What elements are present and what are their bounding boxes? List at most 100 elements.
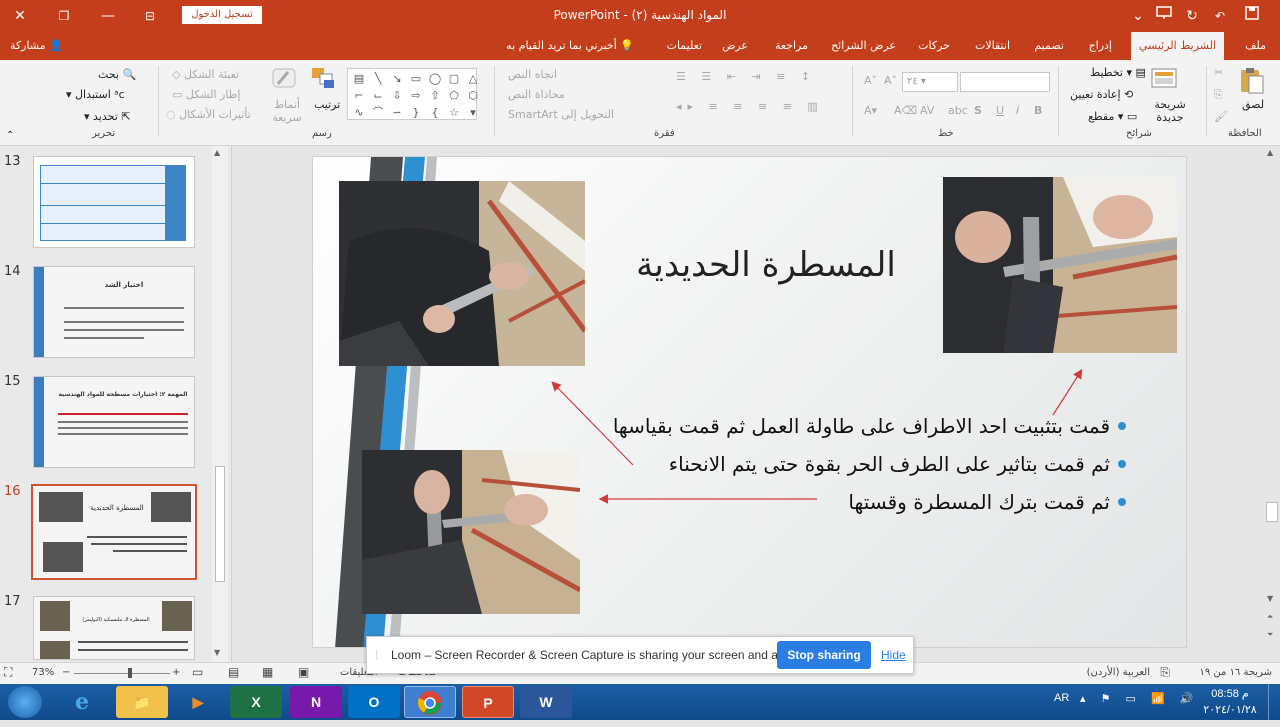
line-shape-icon[interactable]: ╲ bbox=[369, 71, 387, 87]
connector-shape-icon[interactable]: ⌙ bbox=[369, 88, 387, 104]
format-painter-icon[interactable]: 🖌 bbox=[1214, 110, 1228, 123]
decrease-font-icon[interactable]: A˅ bbox=[864, 74, 877, 87]
quick-styles-button[interactable] bbox=[270, 66, 302, 95]
system-tray-icons[interactable]: ▴ ⚑ ▭ 📶 🔊 bbox=[1080, 692, 1199, 705]
arrow-line-shape-icon[interactable]: ↘ bbox=[388, 71, 406, 87]
word-icon[interactable]: W bbox=[520, 686, 572, 718]
clock-date[interactable]: ٢٠٢٤/٠١/٢٨ bbox=[1200, 703, 1260, 716]
zoom-slider-thumb[interactable] bbox=[128, 668, 132, 678]
rectangle-shape-icon[interactable]: ▭ bbox=[407, 71, 425, 87]
slide-bullet-list[interactable]: قمت بتثبيت احد الاطراف على طاولة العمل ث… bbox=[526, 407, 1126, 521]
text-direction-button[interactable]: اتجاه النص bbox=[508, 68, 557, 81]
tab-review[interactable]: مراجعة bbox=[767, 32, 816, 60]
zoom-in-icon[interactable]: + bbox=[172, 667, 180, 678]
fit-slide-icon[interactable]: ⛶ bbox=[4, 665, 12, 680]
bold-icon[interactable]: B bbox=[1034, 104, 1042, 117]
drag-handle-icon[interactable]: ⁞ bbox=[375, 648, 378, 662]
file-explorer-icon[interactable]: 📁 bbox=[116, 686, 168, 718]
undo-icon[interactable]: ↶ bbox=[1208, 4, 1232, 28]
next-slide-icon[interactable]: ⏷ bbox=[1267, 630, 1273, 640]
underline-icon[interactable]: U bbox=[996, 104, 1004, 117]
scroll-up-icon[interactable]: ▲ bbox=[214, 148, 220, 157]
find-button[interactable]: بحث 🔍 bbox=[98, 68, 136, 81]
elbow-shape-icon[interactable]: ⌐ bbox=[350, 88, 368, 104]
font-color-icon[interactable]: A▾ bbox=[864, 104, 877, 117]
slide-thumbnail-16[interactable]: المسطرة الحديدية bbox=[31, 484, 197, 580]
present-icon[interactable] bbox=[1152, 4, 1176, 28]
shapes-gallery[interactable]: ▤ ╲ ↘ ▭ ◯ ▢ △ ⌐ ⌙ ⇩ ⇨ ⇧ ⬠ ⬡ ∿ ⌒ ∽ } { ☆ … bbox=[347, 68, 478, 121]
scroll-down-icon[interactable]: ▼ bbox=[1267, 594, 1273, 603]
hexagon-shape-icon[interactable]: ⬡ bbox=[464, 88, 482, 104]
slide-thumbnail-15[interactable]: المهمة ٢: اختبارات مسطحة للمواد الهندسية bbox=[33, 376, 195, 468]
redo-icon[interactable]: ↻ bbox=[1180, 4, 1204, 28]
show-desktop-button[interactable] bbox=[1268, 684, 1280, 720]
previous-slide-icon[interactable]: ⏶ bbox=[1267, 612, 1273, 622]
language-indicator-tray[interactable]: AR bbox=[1054, 692, 1069, 704]
tab-slideshow[interactable]: عرض الشرائح bbox=[823, 32, 904, 60]
oval-shape-icon[interactable]: ◯ bbox=[426, 71, 444, 87]
powerpoint-icon[interactable]: P bbox=[462, 686, 514, 718]
reading-view-icon[interactable]: ▤ bbox=[228, 665, 239, 679]
copy-icon[interactable]: ⎘ bbox=[1214, 88, 1223, 102]
slide-scrollbar[interactable]: ▲ ▼ ⏶ ⏷ bbox=[1264, 146, 1280, 662]
collapse-ribbon-icon[interactable]: ⌃ bbox=[6, 130, 14, 141]
wave-shape-icon[interactable]: ∽ bbox=[388, 105, 406, 121]
tab-view[interactable]: عرض bbox=[714, 32, 756, 60]
pentagon-shape-icon[interactable]: ⬠ bbox=[445, 88, 463, 104]
rounded-rect-shape-icon[interactable]: ▢ bbox=[445, 71, 463, 87]
zoom-level[interactable]: 73% bbox=[32, 667, 54, 678]
arc-shape-icon[interactable]: ⌒ bbox=[369, 105, 387, 121]
shape-effects-button[interactable]: تأثيرات الأشكال ◌ bbox=[166, 108, 251, 121]
textbox-shape-icon[interactable]: ▤ bbox=[350, 71, 368, 87]
tell-me-search[interactable]: 💡 أخبرني بما تريد القيام به bbox=[494, 32, 634, 60]
up-arrow-shape-icon[interactable]: ⇧ bbox=[426, 88, 444, 104]
hide-banner-link[interactable]: Hide bbox=[881, 648, 906, 662]
excel-icon[interactable]: X bbox=[230, 686, 282, 718]
new-slide-button[interactable] bbox=[1150, 66, 1186, 95]
internet-explorer-icon[interactable]: e bbox=[56, 686, 108, 718]
tab-design[interactable]: تصميم bbox=[1026, 32, 1072, 60]
language-indicator[interactable]: العربية (الأردن) bbox=[1087, 667, 1150, 678]
increase-font-icon[interactable]: A˄ bbox=[884, 74, 897, 87]
spellcheck-icon[interactable]: ⎘ bbox=[1160, 665, 1170, 680]
more-shapes-icon[interactable]: ▾ bbox=[464, 105, 482, 121]
sorter-view-icon[interactable]: ▦ bbox=[262, 665, 273, 679]
slide-thumbnail-13[interactable] bbox=[33, 156, 195, 248]
clock-time[interactable]: 08:58 م bbox=[1200, 687, 1260, 700]
brace-shape-icon[interactable]: } bbox=[407, 105, 425, 121]
media-player-icon[interactable]: ▶ bbox=[172, 686, 224, 718]
char-spacing-icon[interactable]: AV bbox=[920, 104, 934, 117]
tab-file[interactable]: ملف bbox=[1237, 32, 1274, 60]
slide-canvas[interactable]: المسطرة الحديدية قمت بتثبيت احد الاطراف … bbox=[312, 156, 1187, 648]
cut-icon[interactable]: ✂ bbox=[1214, 66, 1223, 79]
customize-qat-icon[interactable]: ⌄ bbox=[1126, 4, 1150, 28]
italic-icon[interactable]: I bbox=[1016, 104, 1019, 117]
down-arrow-shape-icon[interactable]: ⇩ bbox=[388, 88, 406, 104]
clear-formatting-icon[interactable]: A⌫ bbox=[894, 104, 917, 117]
slide-title[interactable]: المسطرة الحديدية bbox=[613, 245, 919, 285]
font-size-combo[interactable]: ٢٤ ▾ bbox=[902, 72, 958, 92]
list-buttons[interactable]: ☰ ☰ ⇤ ⇥ ≡ ↕ bbox=[676, 70, 816, 83]
tab-animations[interactable]: حركات bbox=[910, 32, 958, 60]
normal-view-icon[interactable]: ▣ bbox=[298, 665, 309, 679]
chrome-icon[interactable] bbox=[404, 686, 456, 718]
scroll-down-icon[interactable]: ▼ bbox=[214, 648, 220, 657]
slideshow-view-icon[interactable]: ▭ bbox=[192, 665, 203, 679]
thumbnail-scrollbar[interactable]: ▲ ▼ bbox=[212, 146, 228, 662]
start-button-icon[interactable] bbox=[8, 686, 42, 718]
layout-button[interactable]: تخطيط ▾ ▤ bbox=[1090, 66, 1146, 79]
alignment-buttons[interactable]: ◂▸ ≡ ≡ ≡ ≡ ▥ bbox=[676, 100, 824, 113]
replace-button[interactable]: ▾ استبدال ᵃc bbox=[66, 88, 125, 101]
font-name-combo[interactable] bbox=[960, 72, 1050, 92]
triangle-shape-icon[interactable]: △ bbox=[464, 71, 482, 87]
brace-left-shape-icon[interactable]: { bbox=[426, 105, 444, 121]
right-arrow-shape-icon[interactable]: ⇨ bbox=[407, 88, 425, 104]
star-shape-icon[interactable]: ☆ bbox=[445, 105, 463, 121]
scroll-thumb[interactable] bbox=[215, 466, 225, 582]
scroll-up-icon[interactable]: ▲ bbox=[1267, 148, 1273, 157]
curve-shape-icon[interactable]: ∿ bbox=[350, 105, 368, 121]
shadow-icon[interactable]: S bbox=[974, 104, 982, 117]
section-button[interactable]: مقطع ▾ ▭ bbox=[1088, 110, 1137, 123]
align-text-button[interactable]: محاذاة النص bbox=[508, 88, 565, 101]
outlook-icon[interactable]: O bbox=[348, 686, 400, 718]
